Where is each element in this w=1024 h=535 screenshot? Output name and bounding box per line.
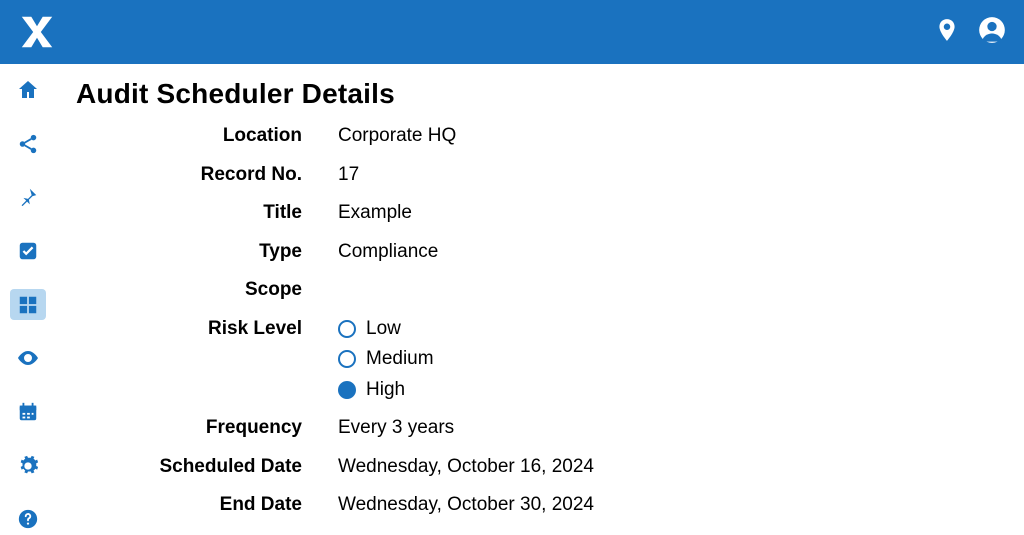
sidebar-nav [0, 64, 56, 535]
home-icon [16, 78, 40, 102]
radio-icon [338, 381, 356, 399]
eye-icon [16, 346, 40, 370]
app-header [0, 0, 1024, 64]
radio-label: High [366, 376, 405, 405]
checkbox-icon [17, 240, 39, 262]
radio-label: Low [366, 315, 401, 344]
location-pin-icon[interactable] [934, 17, 960, 48]
radio-icon [338, 350, 356, 368]
sidebar-item-home[interactable] [10, 74, 46, 106]
sidebar-item-eye[interactable] [10, 342, 46, 374]
label-scheduled-date: Scheduled Date [76, 453, 302, 482]
sidebar-item-settings[interactable] [10, 450, 46, 482]
app-logo [18, 13, 56, 51]
risk-level-option-high[interactable]: High [338, 376, 1014, 405]
label-risk-level: Risk Level [76, 315, 302, 405]
value-title: Example [338, 199, 1014, 228]
value-scheduled-date: Wednesday, October 16, 2024 [338, 453, 1014, 482]
label-frequency: Frequency [76, 414, 302, 443]
label-end-date: End Date [76, 491, 302, 520]
user-account-icon[interactable] [978, 16, 1006, 49]
sidebar-item-checkbox[interactable] [10, 235, 46, 267]
risk-level-options: Low Medium High [338, 315, 1014, 405]
radio-icon [338, 320, 356, 338]
header-actions [934, 16, 1006, 49]
value-end-date: Wednesday, October 30, 2024 [338, 491, 1014, 520]
page-title: Audit Scheduler Details [76, 78, 1014, 110]
gear-icon [17, 455, 39, 477]
grid-icon [17, 294, 39, 316]
logo-x-icon [18, 13, 56, 51]
value-frequency: Every 3 years [338, 414, 1014, 443]
sidebar-item-pin[interactable] [10, 181, 46, 213]
calendar-icon [17, 401, 39, 423]
share-icon [17, 133, 39, 155]
value-record-no: 17 [338, 161, 1014, 190]
sidebar-item-help[interactable] [10, 503, 46, 535]
label-title: Title [76, 199, 302, 228]
label-type: Type [76, 238, 302, 267]
details-grid: Location Corporate HQ Record No. 17 Titl… [76, 122, 1014, 520]
main-content: Audit Scheduler Details Location Corpora… [56, 64, 1024, 535]
label-location: Location [76, 122, 302, 151]
radio-label: Medium [366, 345, 434, 374]
sidebar-item-grid[interactable] [10, 289, 46, 321]
risk-level-option-low[interactable]: Low [338, 315, 1014, 344]
value-scope [338, 276, 1014, 305]
pin-icon [17, 186, 39, 208]
value-type: Compliance [338, 238, 1014, 267]
label-record-no: Record No. [76, 161, 302, 190]
sidebar-item-share[interactable] [10, 128, 46, 160]
value-location: Corporate HQ [338, 122, 1014, 151]
risk-level-option-medium[interactable]: Medium [338, 345, 1014, 374]
sidebar-item-calendar[interactable] [10, 396, 46, 428]
label-scope: Scope [76, 276, 302, 305]
help-icon [17, 508, 39, 530]
